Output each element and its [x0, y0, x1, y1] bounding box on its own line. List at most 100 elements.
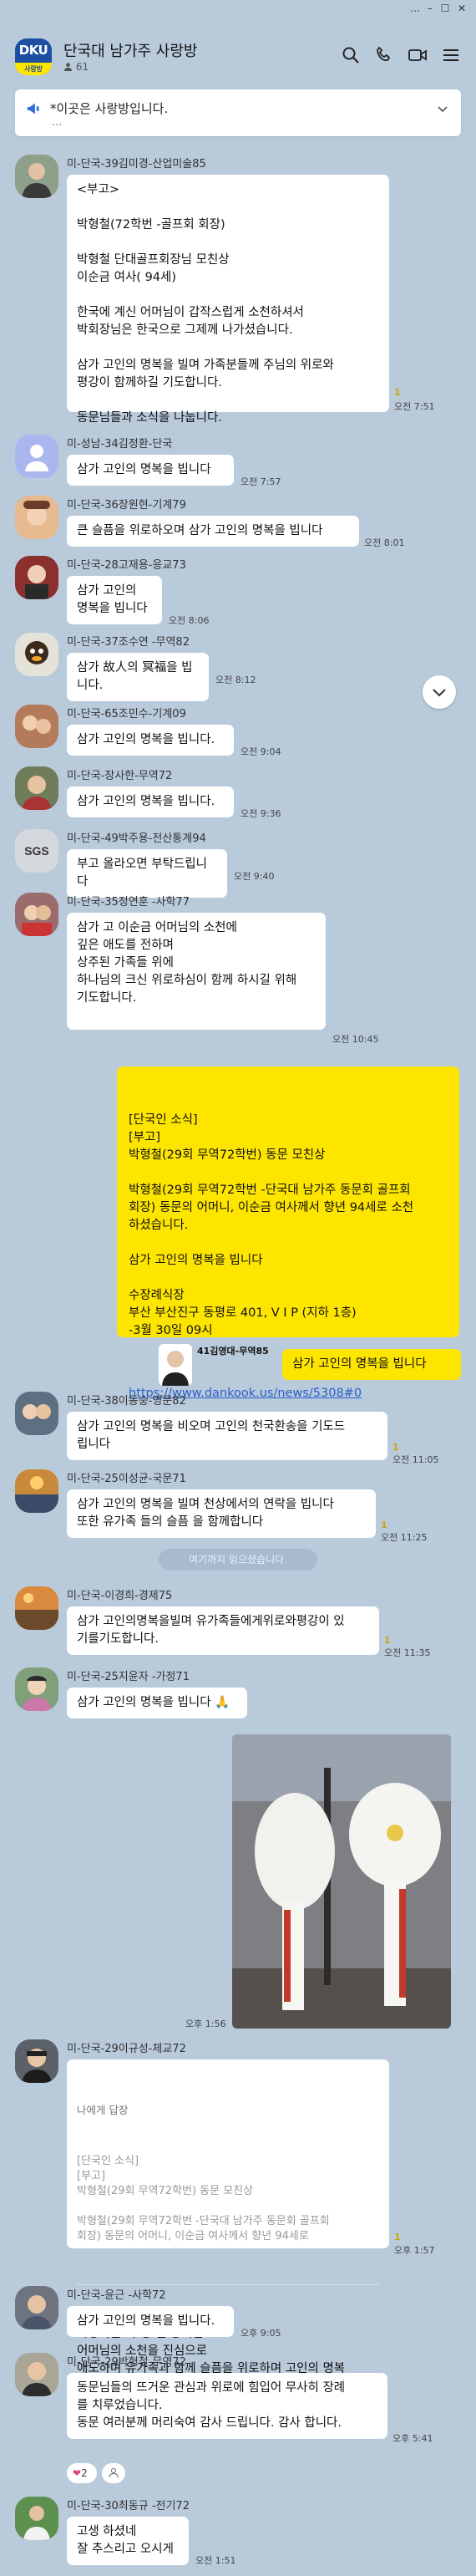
message-bubble[interactable]: 삼가 고인의 명복을 빌며 천상에서의 연락을 빕니다 또한 유가족 들의 슬픔… [67, 1489, 376, 1538]
funeral-wreath-photo[interactable] [232, 1734, 451, 2029]
avatar[interactable] [15, 2497, 58, 2540]
add-reaction-button[interactable] [102, 2463, 125, 2483]
avatar[interactable] [15, 633, 58, 676]
message-bubble[interactable]: 삼가 고인의 명복을 빕니다 [67, 455, 234, 486]
notice-banner[interactable]: *이곳은 사랑방입니다. ... [15, 89, 461, 136]
message-bubble[interactable]: <부고> 박형철(72학번 -골프회 회장) 박형철 단대골프회장님 모친상 이… [67, 175, 389, 425]
svg-text:SGS: SGS [24, 844, 49, 858]
avatar-photo [15, 1392, 58, 1435]
chat-header: DKU 사랑방 단국대 남가주 사랑방 61 [0, 17, 476, 84]
window-more-icon[interactable]: … [409, 3, 421, 14]
timestamp: 오전 11:25 [381, 1532, 428, 1543]
timestamp: 오후 5:41 [392, 2433, 433, 2444]
unread-count: 1 [381, 1520, 387, 1530]
message-bubble[interactable]: 삼가 고인의 명복을 빕니다. [67, 2306, 234, 2337]
avatar[interactable] [15, 1469, 58, 1513]
avatar-photo [15, 556, 58, 599]
my-message-text: [단국인 소식] [부고] 박형철(29회 무역72학번) 동문 모친상 박형철… [129, 1113, 414, 1337]
message-bubble[interactable]: 삼가 故人의 冥福을 빕니다. [67, 653, 209, 701]
menu-icon[interactable] [441, 45, 461, 65]
message-bubble[interactable]: 동문님들의 뜨거운 관심과 위로에 힘입어 무사히 장례 를 치루었습니다. 동… [67, 2373, 387, 2439]
sender-name: 미-단국-28고재용-응교73 [67, 559, 186, 572]
minimize-icon[interactable]: – [424, 3, 436, 14]
member-count-value: 61 [75, 61, 89, 73]
sender-name: 41김영대-무역85 [197, 1346, 269, 1357]
sender-name: 미-단국-39김미경-산업미술85 [67, 158, 206, 171]
message-bubble[interactable]: 큰 슬픔을 위로하오며 삼가 고인의 명복을 빕니다 [67, 516, 359, 547]
reply-divider [77, 2284, 379, 2285]
avatar-photo [15, 155, 58, 198]
message-bubble[interactable]: 삼가 고인의 명복을 빕니다. [67, 725, 234, 756]
sender-name: 미-단국-35정연훈 -사학77 [67, 896, 190, 909]
avatar[interactable] [15, 2286, 58, 2329]
message-bubble[interactable]: 삼가 고 이순금 어머님의 소천에 깊은 애도를 전하며 상주된 가족들 위에 … [67, 913, 326, 1030]
timestamp: 오전 10:45 [332, 1034, 379, 1045]
avatar[interactable] [15, 705, 58, 748]
avatar[interactable] [15, 1392, 58, 1435]
cartoon-avatar [15, 633, 58, 676]
avatar[interactable]: SGS [15, 829, 58, 873]
phone-icon[interactable] [374, 45, 394, 65]
chevron-down-icon[interactable] [436, 103, 449, 116]
avatar-photo [15, 766, 58, 810]
avatar-photo [15, 1667, 58, 1711]
heart-reaction[interactable]: ❤2 [67, 2463, 97, 2483]
message-bubble[interactable]: 삼가 고인의 명복을 빕니다 [282, 1349, 461, 1380]
heart-icon: ❤ [73, 2467, 82, 2479]
avatar-photo [159, 1344, 192, 1386]
logo-subtext: 사랑방 [15, 63, 52, 75]
message-bubble[interactable]: 삼가 고인의 명복을 비오며 고인의 천국환송을 기도드 립니다 [67, 1412, 387, 1460]
avatar[interactable] [15, 1667, 58, 1711]
avatar[interactable] [15, 1586, 58, 1630]
avatar[interactable] [15, 155, 58, 198]
timestamp: 오전 8:06 [169, 615, 210, 626]
message-bubble[interactable]: 삼가 고인의 명복을 빕니다 🙏 [67, 1688, 247, 1718]
avatar[interactable] [15, 2039, 58, 2083]
sender-name: 미-단국-29박형철-무역72 [67, 2356, 186, 2369]
notice-text: *이곳은 사랑방입니다. [50, 101, 169, 116]
message-bubble[interactable]: 삼가 고인의 명복을 빕니다 [67, 576, 162, 624]
maximize-icon[interactable]: ☐ [439, 3, 451, 14]
room-logo[interactable]: DKU 사랑방 [15, 38, 52, 75]
reply-quote[interactable]: [단국인 소식] [부고] 박형철(29회 무역72학번) 동문 모친상 박형철… [77, 2154, 379, 2244]
avatar[interactable] [15, 893, 58, 936]
my-message-bubble[interactable]: [단국인 소식] [부고] 박형철(29회 무역72학번) 동문 모친상 박형철… [117, 1067, 459, 1400]
avatar[interactable] [15, 496, 58, 539]
avatar-photo [15, 496, 58, 539]
close-icon[interactable]: ✕ [456, 3, 468, 14]
sender-name: 미-단국-49박주용-전산통계94 [67, 832, 206, 845]
scroll-down-button[interactable] [423, 675, 456, 709]
avatar-photo [15, 1586, 58, 1630]
sender-name: 미-단국-25지윤자 -가정71 [67, 1671, 190, 1683]
message-bubble[interactable]: 삼가 고인의명복을빌며 유가족들에게위로와평강이 있 기를기도합니다. [67, 1606, 379, 1655]
timestamp: 오후 1:56 [185, 2019, 226, 2029]
sender-name: 미-단국-37조수연 -무역82 [67, 636, 190, 649]
timestamp: 오전 11:05 [392, 1454, 439, 1465]
person-icon [109, 2468, 119, 2478]
sender-name: 미-단국-30최동규 -전기72 [67, 2500, 190, 2512]
reply-bubble[interactable]: 나에게 답장 [단국인 소식] [부고] 박형철(29회 무역72학번) 동문 … [67, 2059, 389, 2393]
timestamp: 오전 9:36 [241, 808, 281, 819]
sender-name: 미-단국-25이성균-국문71 [67, 1473, 186, 1485]
message-bubble[interactable]: 삼가 고인의 명복을 빕니다. [67, 787, 234, 817]
search-icon[interactable] [341, 45, 361, 65]
timestamp: 오전 11:35 [384, 1647, 431, 1658]
window-titlebar: … – ☐ ✕ [0, 0, 476, 17]
message-bubble[interactable]: 고생 하셨네 잘 추스리고 오시게 [67, 2517, 189, 2565]
room-title: 단국대 남가주 사랑방 [63, 43, 198, 60]
timestamp: 오전 7:51 [394, 401, 435, 412]
avatar[interactable] [15, 2353, 58, 2396]
member-count[interactable]: 61 [63, 61, 89, 73]
sender-name: 미-단국-38이동숭-영문82 [67, 1395, 186, 1408]
avatar[interactable] [15, 766, 58, 810]
message-bubble[interactable]: 부고 올라오면 부탁드립니다 [67, 849, 227, 898]
megaphone-icon [27, 103, 39, 115]
avatar[interactable] [15, 556, 58, 599]
avatar[interactable] [15, 435, 58, 478]
video-icon[interactable] [408, 45, 428, 65]
default-avatar-icon [15, 435, 58, 478]
reply-header: 나에게 답장 [77, 2104, 129, 2116]
avatar[interactable] [159, 1344, 192, 1386]
sender-name: 미-단국-이경희-경제75 [67, 1590, 173, 1602]
sender-name: 미-단국-장사한-무역72 [67, 770, 173, 782]
